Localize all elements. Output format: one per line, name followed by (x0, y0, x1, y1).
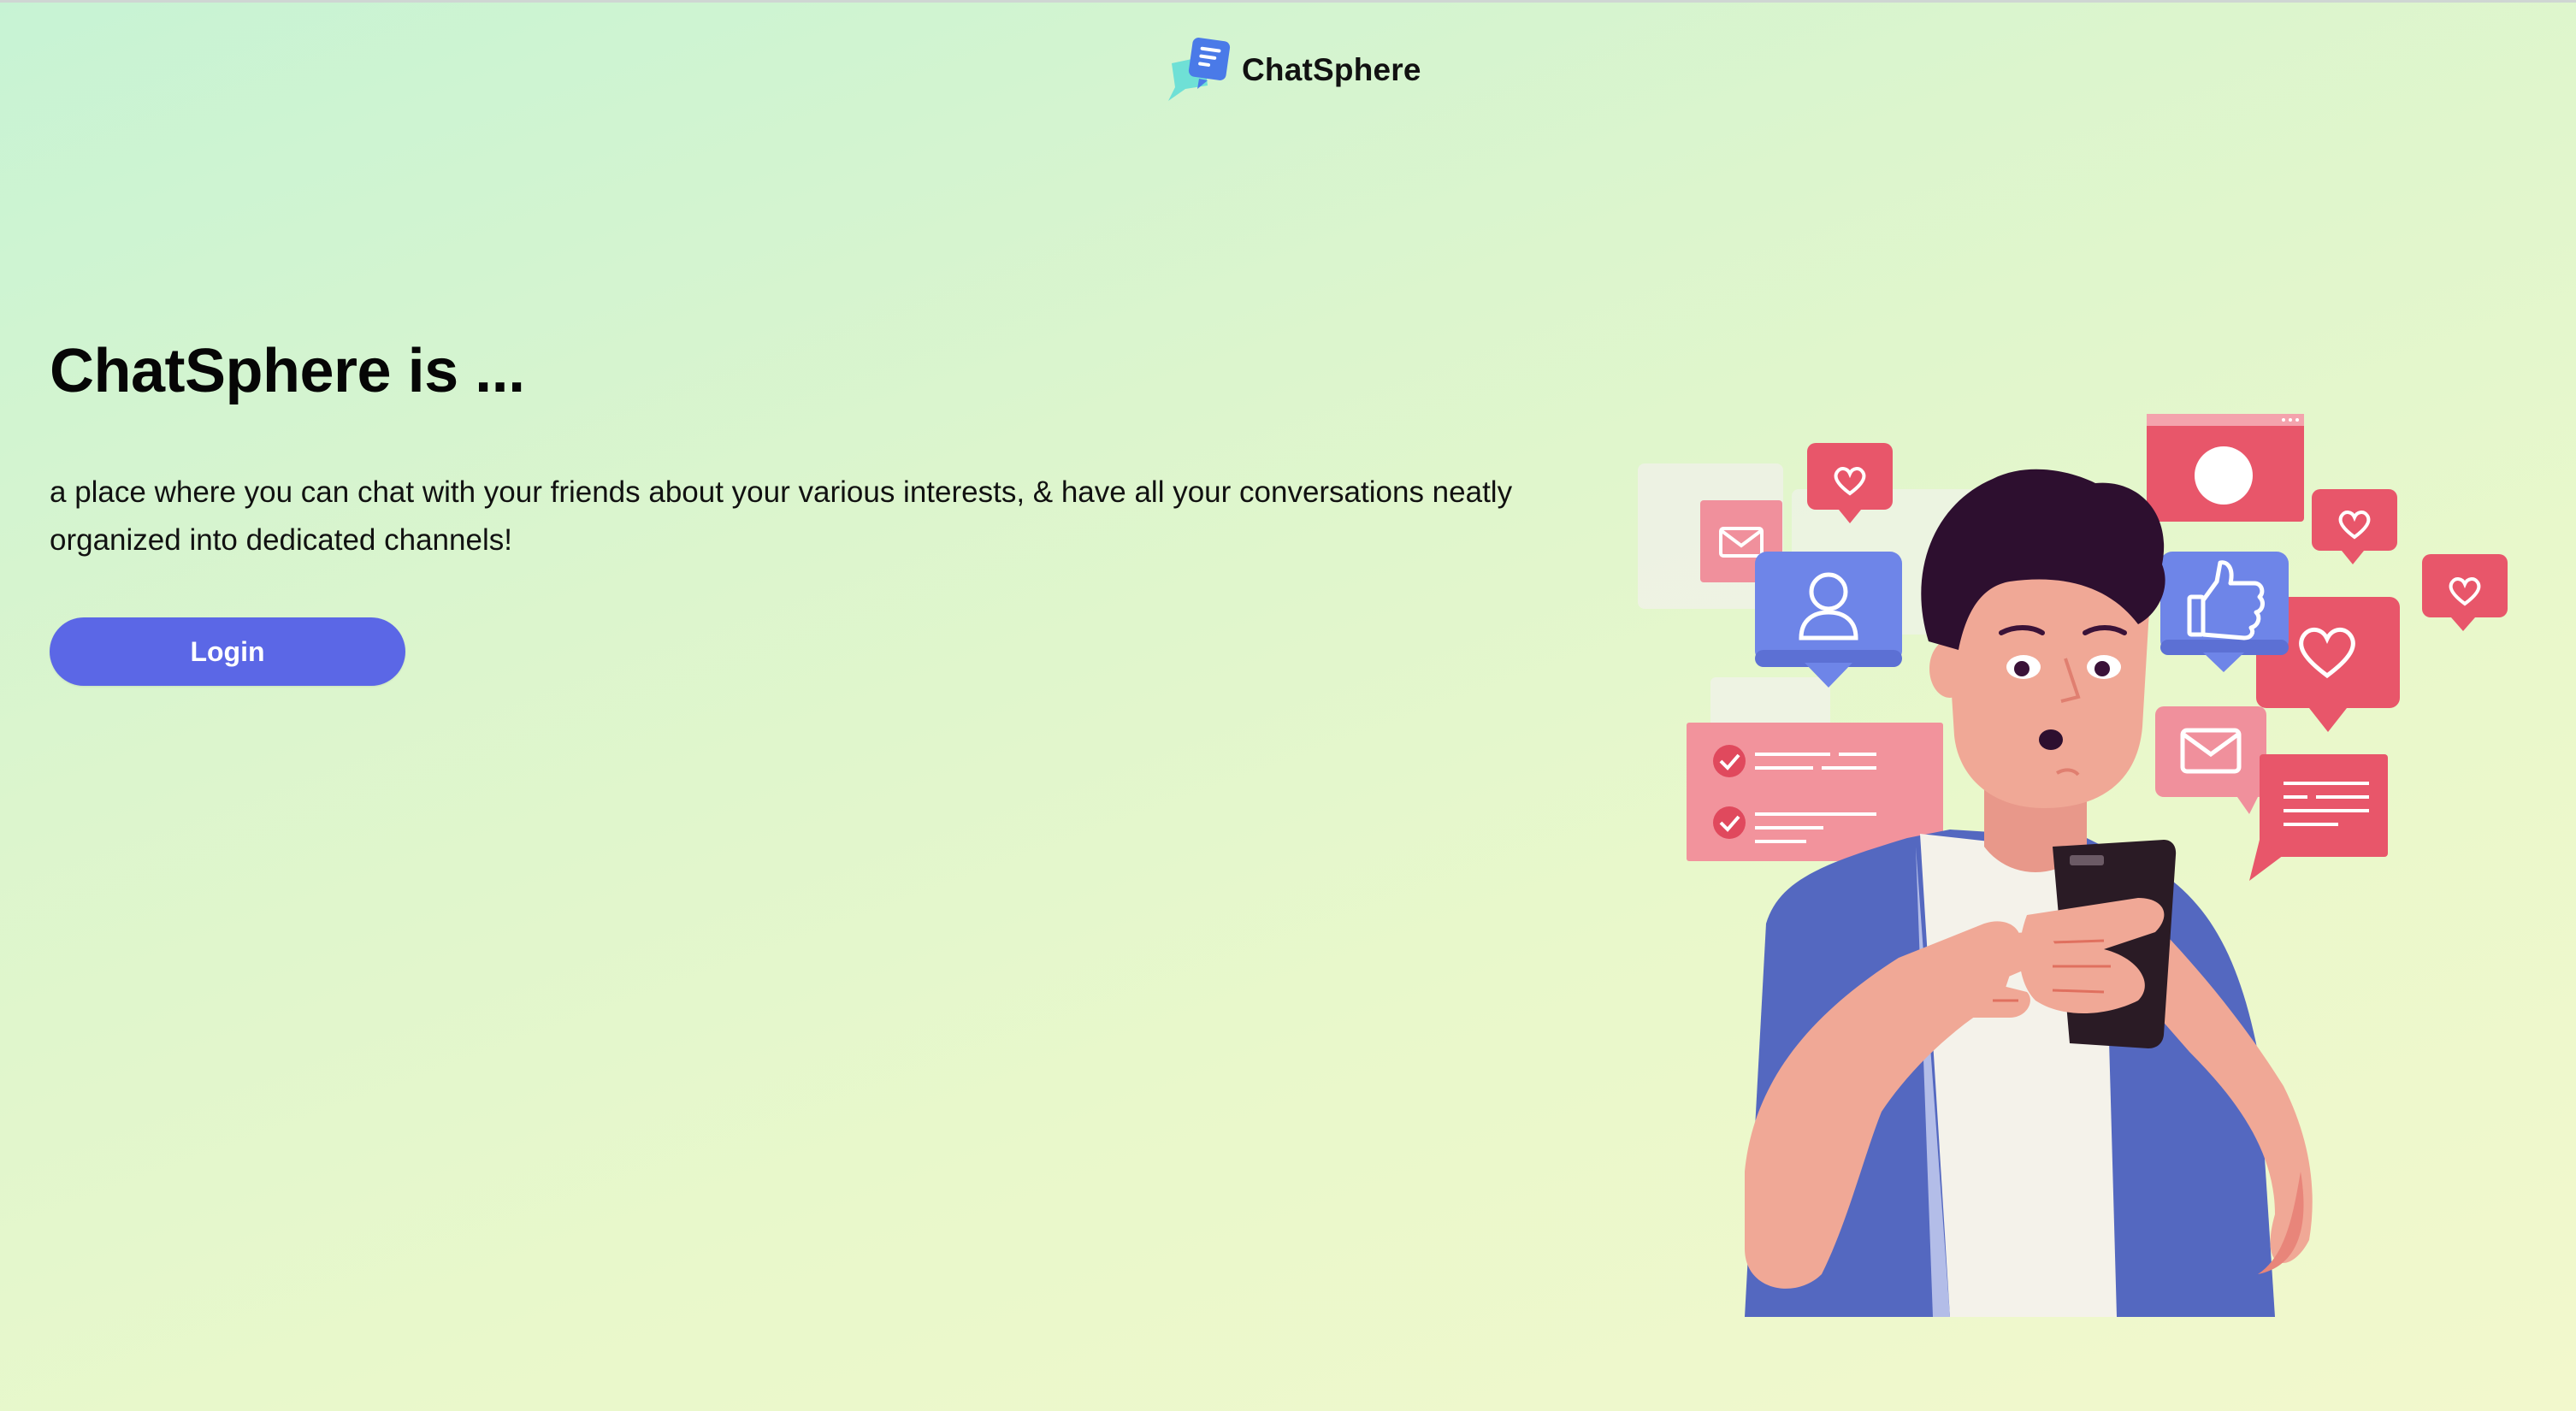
top-border (0, 0, 2576, 3)
thumbs-up-bubble-icon (2160, 552, 2289, 672)
heart-bubble-icon (2312, 489, 2397, 564)
brand-header[interactable]: ChatSphere (1165, 38, 1421, 103)
hero-title: ChatSphere is ... (50, 337, 525, 405)
heart-bubble-icon (2422, 554, 2508, 631)
hero-description: a place where you can chat with your fri… (50, 475, 1513, 557)
user-bubble-icon (1755, 552, 1902, 688)
mail-bubble-icon (2155, 706, 2266, 814)
video-card-icon (2147, 414, 2304, 522)
chat-bubbles-logo-icon (1168, 38, 1231, 101)
chat-bubble-icon (2249, 754, 2388, 881)
login-button[interactable]: Login (50, 617, 405, 686)
hero-illustration (1638, 414, 2508, 1317)
app-name: ChatSphere (1242, 52, 1421, 87)
background-frame (1710, 677, 1830, 729)
